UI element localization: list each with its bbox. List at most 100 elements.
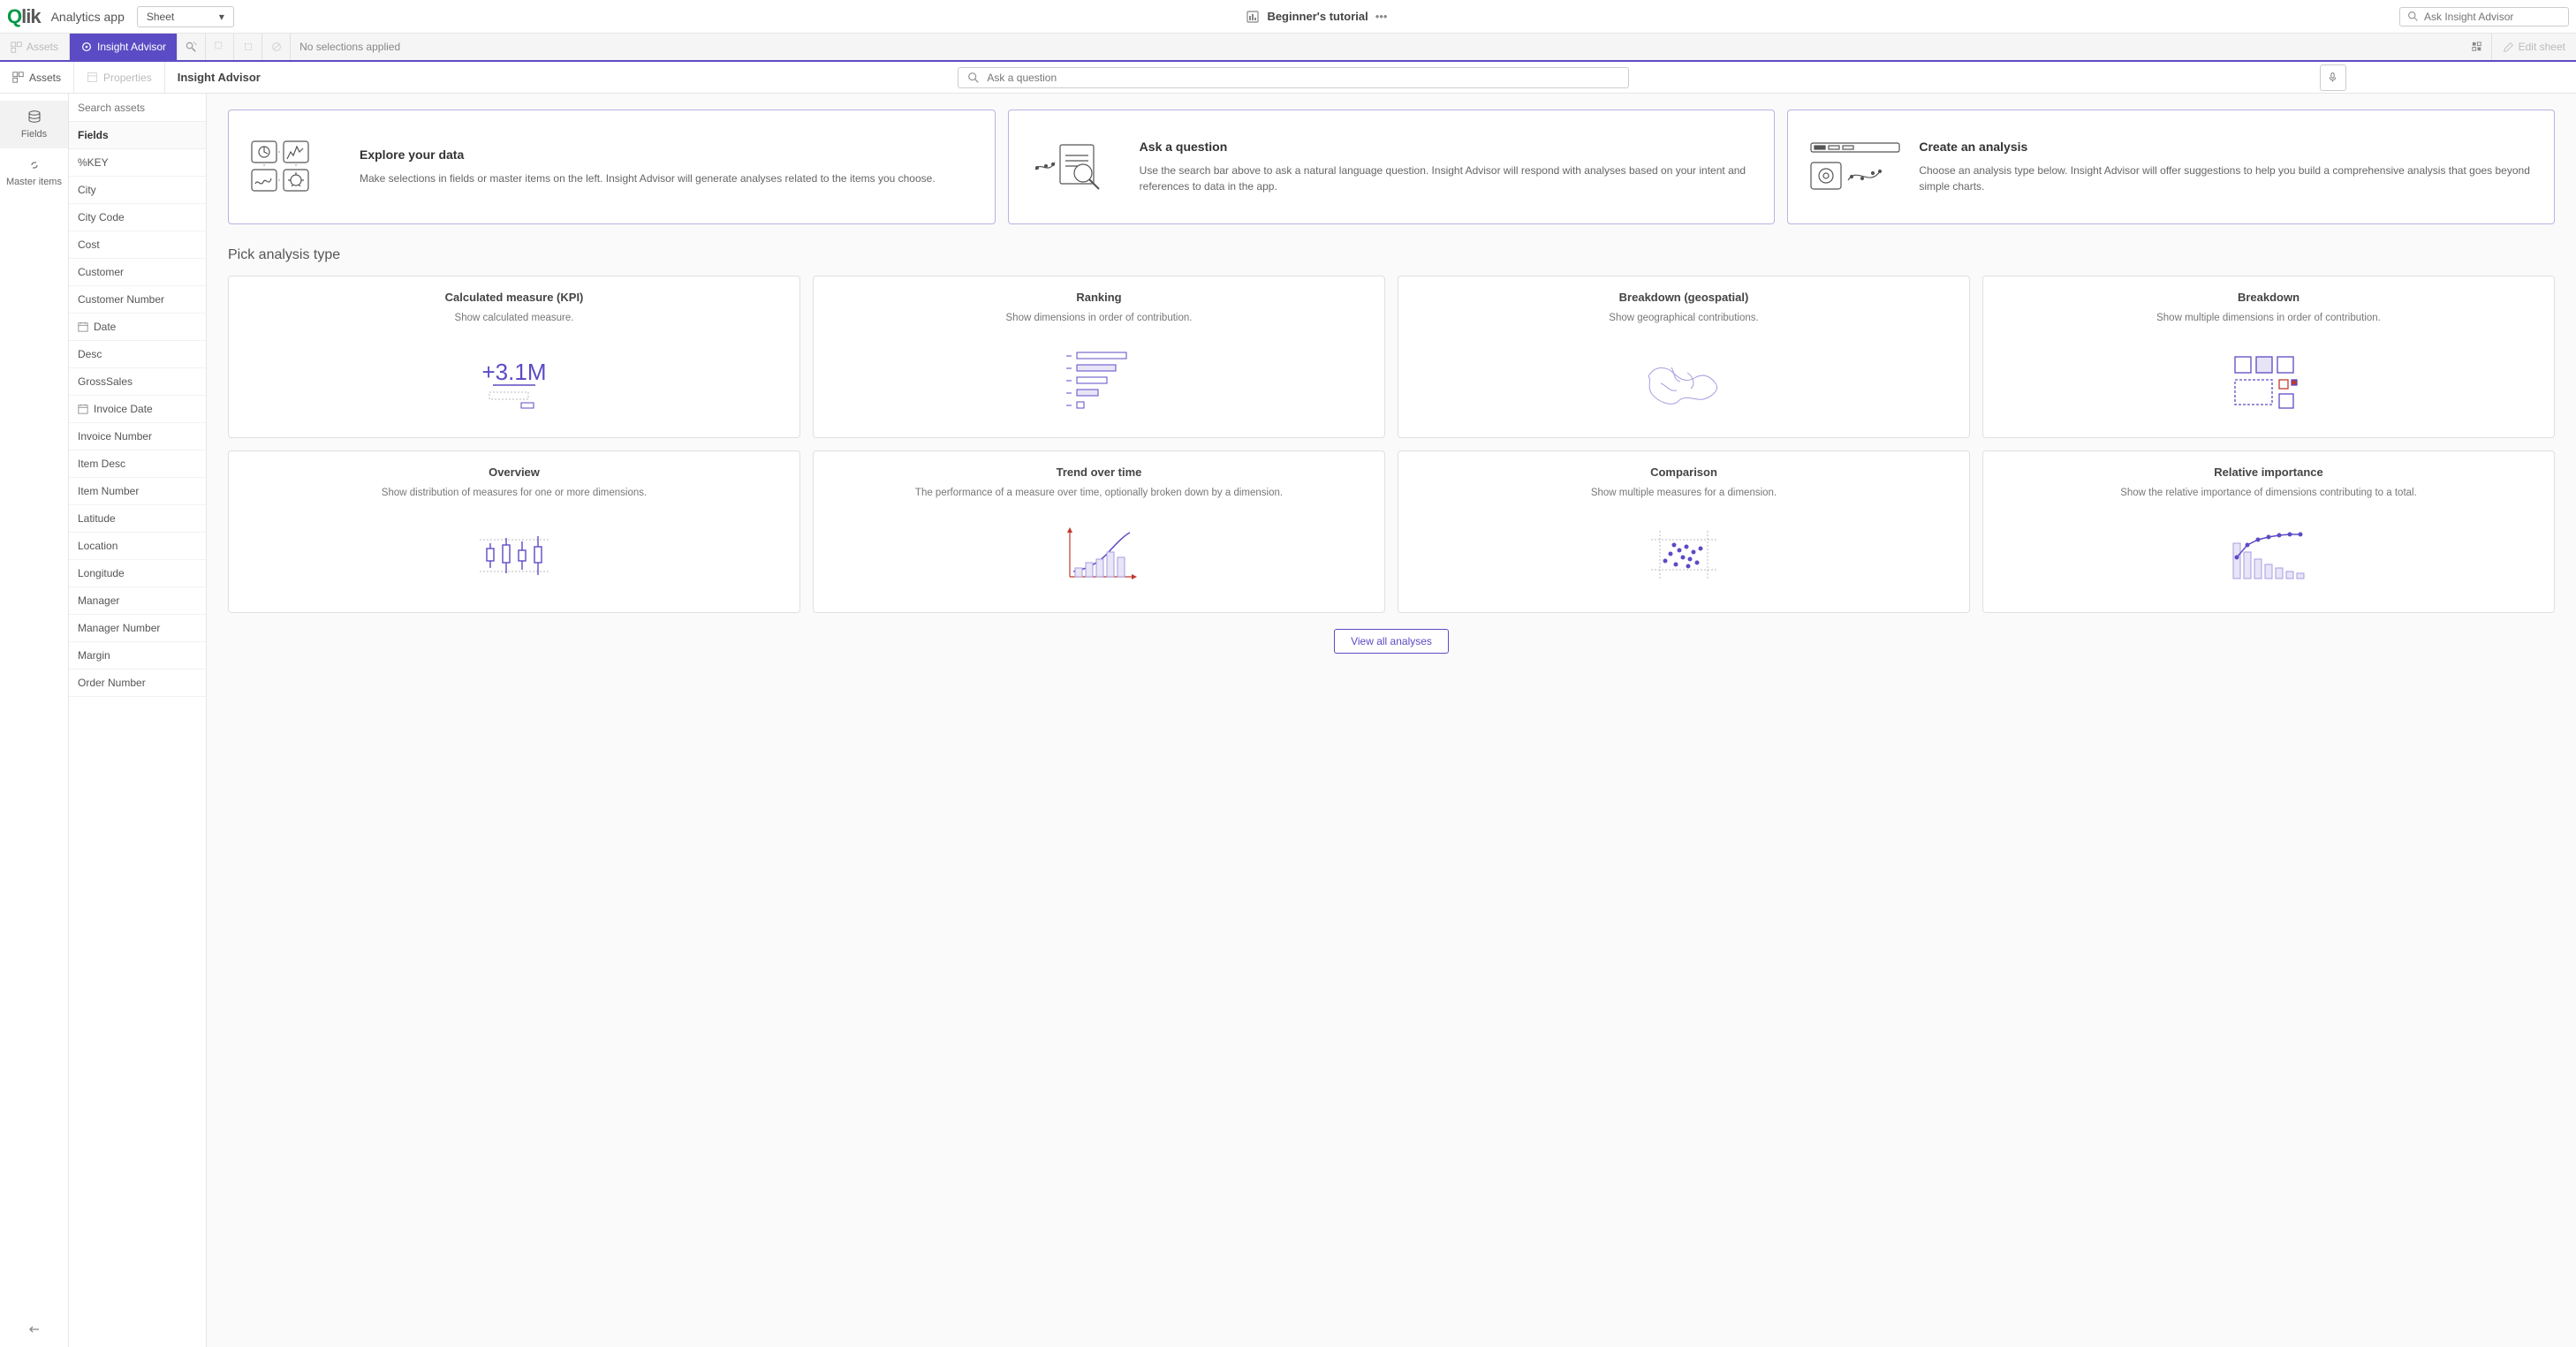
analysis-overview-desc: Show distribution of measures for one or… — [382, 486, 647, 500]
chevron-down-icon: ▾ — [219, 11, 224, 23]
intro-explore-card[interactable]: Explore your data Make selections in fie… — [228, 110, 996, 224]
assets-label: Assets — [27, 41, 58, 53]
kpi-viz-icon: +3.1M — [241, 337, 787, 423]
analysis-ranking-title: Ranking — [1076, 291, 1121, 304]
field-item[interactable]: Item Desc — [69, 450, 206, 478]
insight-advisor-toolbar-button[interactable]: Insight Advisor — [70, 34, 178, 60]
field-item[interactable]: GrossSales — [69, 368, 206, 396]
field-item[interactable]: Latitude — [69, 505, 206, 533]
selections-tool-button[interactable] — [2464, 34, 2492, 60]
overview-viz-icon — [241, 512, 787, 598]
fields-search[interactable] — [69, 94, 206, 121]
field-item[interactable]: Manager — [69, 587, 206, 615]
properties-tab[interactable]: Properties — [74, 62, 165, 93]
intro-create-title: Create an analysis — [1919, 140, 2536, 154]
assets-tab-label: Assets — [29, 72, 61, 84]
intro-create-card[interactable]: Create an analysis Choose an analysis ty… — [1787, 110, 2555, 224]
field-item-label: Invoice Date — [94, 403, 153, 415]
analysis-relative[interactable]: Relative importance Show the relative im… — [1982, 450, 2555, 613]
selection-forward-button[interactable] — [234, 34, 262, 60]
analysis-overview[interactable]: Overview Show distribution of measures f… — [228, 450, 800, 613]
field-item-label: City — [78, 184, 96, 196]
field-item[interactable]: Margin — [69, 642, 206, 670]
pick-analysis-title: Pick analysis type — [228, 247, 2555, 263]
field-item[interactable]: City Code — [69, 204, 206, 231]
map-viz-icon — [1411, 337, 1957, 423]
intro-ask-card[interactable]: Ask a question Use the search bar above … — [1008, 110, 1776, 224]
analysis-ranking-desc: Show dimensions in order of contribution… — [1006, 311, 1193, 325]
field-item[interactable]: Invoice Number — [69, 423, 206, 450]
field-item-label: GrossSales — [78, 375, 133, 388]
insight-advisor-label: Insight Advisor — [97, 41, 166, 53]
rail-master-items-label: Master items — [6, 177, 62, 187]
analysis-comparison-title: Comparison — [1650, 465, 1717, 479]
field-item[interactable]: Longitude — [69, 560, 206, 587]
field-item-label: Longitude — [78, 567, 125, 579]
intro-explore-desc: Make selections in fields or master item… — [360, 170, 936, 186]
field-item[interactable]: %KEY — [69, 149, 206, 177]
field-item[interactable]: Manager Number — [69, 615, 206, 642]
analysis-ranking[interactable]: Ranking Show dimensions in order of cont… — [813, 276, 1385, 438]
analysis-grid: Calculated measure (KPI) Show calculated… — [228, 276, 2555, 613]
fields-panel: Fields %KEY City City Code Cost Customer Cust… — [69, 94, 207, 1347]
intro-ask-desc: Use the search bar above to ask a natura… — [1140, 163, 1757, 194]
field-item[interactable]: Invoice Date — [69, 396, 206, 423]
search-icon — [2407, 11, 2419, 22]
analysis-trend[interactable]: Trend over time The performance of a mea… — [813, 450, 1385, 613]
ask-question-search[interactable] — [958, 67, 1629, 88]
field-item[interactable]: Order Number — [69, 670, 206, 697]
field-item[interactable]: Date — [69, 314, 206, 341]
analysis-breakdown-desc: Show multiple dimensions in order of con… — [2156, 311, 2381, 325]
analysis-kpi[interactable]: Calculated measure (KPI) Show calculated… — [228, 276, 800, 438]
fields-list[interactable]: %KEY City City Code Cost Customer Customer Nu… — [69, 149, 206, 1347]
assets-tab[interactable]: Assets — [0, 62, 74, 93]
analysis-kpi-desc: Show calculated measure. — [455, 311, 574, 325]
intro-ask-title: Ask a question — [1140, 140, 1757, 154]
collapse-rail-button[interactable] — [17, 1312, 52, 1347]
ask-insight-advisor-search[interactable] — [2399, 7, 2569, 26]
field-item[interactable]: Cost — [69, 231, 206, 259]
view-all-analyses-button[interactable]: View all analyses — [1334, 629, 1449, 654]
more-icon[interactable]: ••• — [1375, 10, 1388, 23]
field-item[interactable]: Location — [69, 533, 206, 560]
ask-insight-input[interactable] — [2424, 11, 2561, 23]
analysis-geospatial-title: Breakdown (geospatial) — [1619, 291, 1749, 304]
rail-fields[interactable]: Fields — [0, 101, 68, 148]
smart-search-button[interactable] — [178, 34, 206, 60]
sheet-icon — [1246, 10, 1260, 24]
trend-viz-icon — [826, 512, 1372, 598]
pencil-icon — [2503, 42, 2514, 53]
field-item[interactable]: Desc — [69, 341, 206, 368]
field-item[interactable]: Customer — [69, 259, 206, 286]
clear-selections-button[interactable] — [262, 34, 291, 60]
main-area: Fields Master items Fields %KEY City City … — [0, 94, 2576, 1347]
microphone-button[interactable] — [2320, 64, 2346, 91]
field-item-label: Customer Number — [78, 293, 164, 306]
assets-icon — [11, 42, 22, 53]
fields-header: Fields — [69, 121, 206, 149]
qlik-logo: Qlik — [7, 5, 41, 28]
selection-back-button[interactable] — [206, 34, 234, 60]
ask-question-input[interactable] — [987, 72, 1619, 84]
app-name: Analytics app — [51, 10, 125, 24]
field-item[interactable]: Item Number — [69, 478, 206, 505]
field-item-label: Customer — [78, 266, 124, 278]
field-item-label: Margin — [78, 649, 110, 662]
content-area: Explore your data Make selections in fie… — [207, 94, 2576, 1347]
field-item-label: City Code — [78, 211, 125, 223]
assets-toolbar-button[interactable]: Assets — [0, 34, 70, 60]
field-item-label: Item Desc — [78, 458, 125, 470]
svg-text:+3.1M: +3.1M — [482, 359, 547, 385]
breakdown-viz-icon — [1996, 337, 2542, 423]
analysis-breakdown[interactable]: Breakdown Show multiple dimensions in or… — [1982, 276, 2555, 438]
field-item[interactable]: Customer Number — [69, 286, 206, 314]
field-item-label: Latitude — [78, 512, 116, 525]
sheet-dropdown[interactable]: Sheet ▾ — [137, 6, 234, 27]
analysis-geospatial[interactable]: Breakdown (geospatial) Show geographical… — [1398, 276, 1970, 438]
edit-sheet-button[interactable]: Edit sheet — [2492, 34, 2576, 60]
fields-search-input[interactable] — [78, 102, 197, 114]
analysis-comparison[interactable]: Comparison Show multiple measures for a … — [1398, 450, 1970, 613]
field-item[interactable]: City — [69, 177, 206, 204]
rail-master-items[interactable]: Master items — [0, 148, 68, 196]
field-item-label: Order Number — [78, 677, 146, 689]
